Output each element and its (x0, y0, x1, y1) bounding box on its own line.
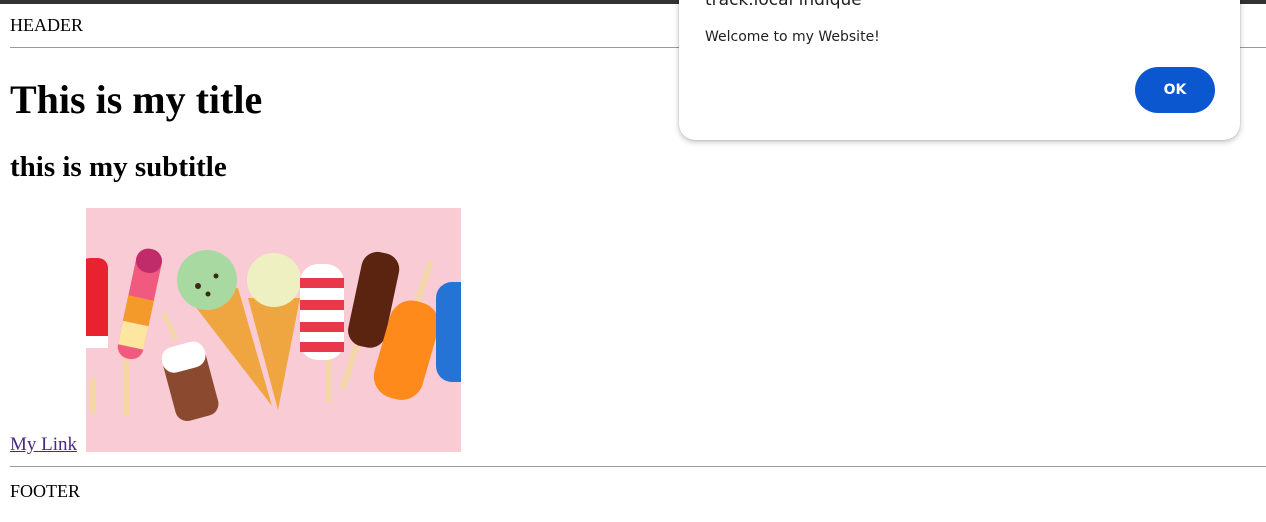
dialog-message: Welcome to my Website! (705, 29, 880, 45)
page-title: This is my title (10, 77, 263, 122)
page-subtitle: this is my subtitle (10, 151, 227, 183)
page-header: HEADER (10, 15, 83, 35)
ice-cream-image (86, 208, 461, 452)
dialog-title: track.local indique (705, 0, 862, 10)
my-link[interactable]: My Link (10, 434, 77, 456)
alert-dialog: track.local indique Welcome to my Websit… (679, 0, 1240, 140)
ice-cream-illustration (86, 208, 461, 452)
page-footer: FOOTER (10, 481, 81, 501)
ok-button[interactable]: OK (1135, 67, 1215, 113)
footer-divider (10, 466, 1266, 467)
